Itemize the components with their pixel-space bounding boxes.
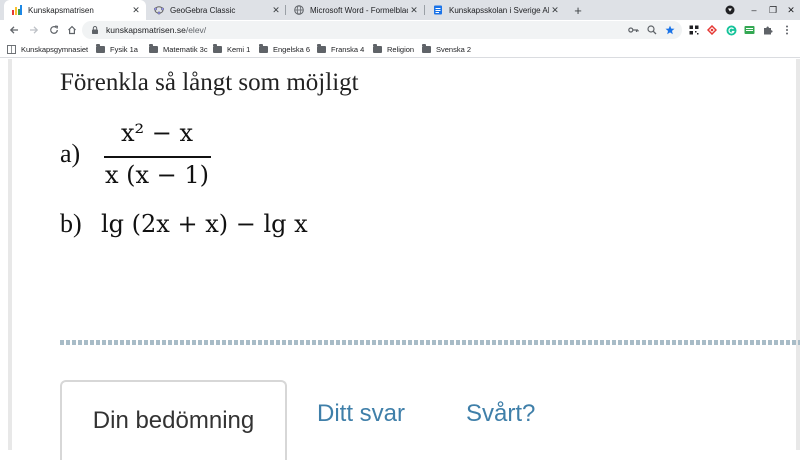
bookmark-label: Franska 4	[331, 44, 365, 54]
answer-tabs: Din bedömning Ditt svar Svårt?	[60, 380, 800, 460]
folder-icon	[96, 44, 105, 53]
url-host: kunskapsmatrisen.se	[106, 25, 186, 35]
bookmark-label: Matematik 3c	[163, 44, 208, 54]
bookmark-kunskapsgymnasiet[interactable]: Kunskapsgymnasiet	[7, 43, 88, 55]
sheets-extension-icon[interactable]	[742, 23, 756, 37]
home-button[interactable]	[64, 22, 80, 38]
tab-close-icon[interactable]: ✕	[408, 4, 420, 16]
browser-toolbar: kunskapsmatrisen.se/elev/	[0, 20, 800, 40]
kunskapsmatrisen-favicon	[12, 5, 22, 15]
tab-title: Kunskapsskolan i Sverige AB - I	[449, 5, 549, 15]
fraction-numerator: x² − x	[120, 119, 194, 147]
page-content: Förenkla så långt som möjligt a) x² − x …	[0, 59, 800, 460]
folder-icon	[213, 44, 222, 53]
bookmark-kemi[interactable]: Kemi 1	[213, 43, 250, 55]
folder-icon	[149, 44, 158, 53]
part-b-label: b)	[60, 209, 82, 238]
section-divider	[60, 340, 800, 345]
browser-tab-geogebra[interactable]: GeoGebra Classic ✕	[146, 0, 286, 20]
bookmark-label: Engelska 6	[273, 44, 311, 54]
tab-title: Microsoft Word - Formelblad ma	[310, 5, 408, 15]
fraction-denominator: x (x − 1)	[104, 161, 210, 189]
tab-title: Kunskapsmatrisen	[28, 5, 94, 15]
browser-tab-kunskapsskolan[interactable]: Kunskapsskolan i Sverige AB - I ✕	[425, 0, 565, 20]
bookmark-label: Fysik 1a	[110, 44, 138, 54]
log-expression: lg (2x + x) − lg x	[101, 210, 308, 238]
fraction-expression: x² − x x (x − 1)	[102, 119, 212, 194]
address-bar[interactable]: kunskapsmatrisen.se/elev/	[82, 21, 682, 39]
bookmark-label: Religion	[387, 44, 415, 54]
geogebra-favicon	[154, 5, 164, 15]
qr-extension-icon[interactable]	[687, 23, 701, 37]
extensions-puzzle-icon[interactable]	[761, 23, 775, 37]
bookmark-label: Kemi 1	[227, 44, 251, 54]
lock-icon	[90, 25, 100, 35]
bookmark-svenska[interactable]: Svenska 2	[422, 43, 471, 55]
fraction-bar	[104, 156, 211, 158]
browser-tab-kunskapsmatrisen[interactable]: Kunskapsmatrisen ✕	[4, 0, 146, 20]
back-button[interactable]	[6, 22, 22, 38]
grammarly-icon[interactable]	[724, 23, 738, 37]
folder-icon	[317, 44, 326, 53]
tab-close-icon[interactable]: ✕	[270, 4, 282, 16]
tab-title: GeoGebra Classic	[170, 5, 236, 15]
tab-close-icon[interactable]: ✕	[130, 4, 142, 16]
tab-din-bedomning[interactable]: Din bedömning	[60, 380, 287, 460]
forward-button[interactable]	[26, 22, 42, 38]
menu-kebab-icon[interactable]	[780, 23, 794, 37]
folder-icon	[373, 44, 382, 53]
close-window-button[interactable]: ✕	[780, 0, 800, 20]
apps-grid-icon	[7, 44, 16, 54]
new-tab-button[interactable]: +	[570, 2, 586, 18]
bookmark-engelska[interactable]: Engelska 6	[259, 43, 310, 55]
bookmark-label: Kunskapsgymnasiet	[21, 44, 89, 54]
part-a-label: a)	[60, 139, 81, 168]
browser-tabstrip: Kunskapsmatrisen ✕ GeoGebra Classic ✕ Mi…	[0, 0, 800, 20]
folder-icon	[422, 44, 431, 53]
browser-tab-word[interactable]: Microsoft Word - Formelblad ma ✕	[286, 0, 424, 20]
card-border-left	[8, 59, 12, 450]
task-heading: Förenkla så långt som möjligt	[60, 69, 359, 96]
bookmark-star-icon[interactable]	[663, 23, 677, 37]
tab-ditt-svar[interactable]: Ditt svar	[317, 400, 405, 428]
bookmark-matematik[interactable]: Matematik 3c	[149, 43, 208, 55]
bookmark-fysik[interactable]: Fysik 1a	[96, 43, 138, 55]
key-icon[interactable]	[626, 23, 640, 37]
bookmarks-bar: Kunskapsgymnasiet Fysik 1a Matematik 3c …	[0, 40, 800, 58]
bookmark-franska[interactable]: Franska 4	[317, 43, 364, 55]
tab-svart[interactable]: Svårt?	[466, 400, 535, 428]
red-extension-icon[interactable]	[705, 23, 719, 37]
profile-icon[interactable]	[719, 0, 741, 20]
bookmark-label: Svenska 2	[436, 44, 472, 54]
url-path: /elev/	[185, 25, 207, 35]
reload-button[interactable]	[46, 22, 62, 38]
tab-close-icon[interactable]: ✕	[549, 4, 561, 16]
globe-icon	[294, 5, 304, 15]
folder-icon	[259, 44, 268, 53]
bookmark-religion[interactable]: Religion	[373, 43, 414, 55]
zoom-icon[interactable]	[645, 23, 659, 37]
docs-favicon	[433, 5, 443, 15]
